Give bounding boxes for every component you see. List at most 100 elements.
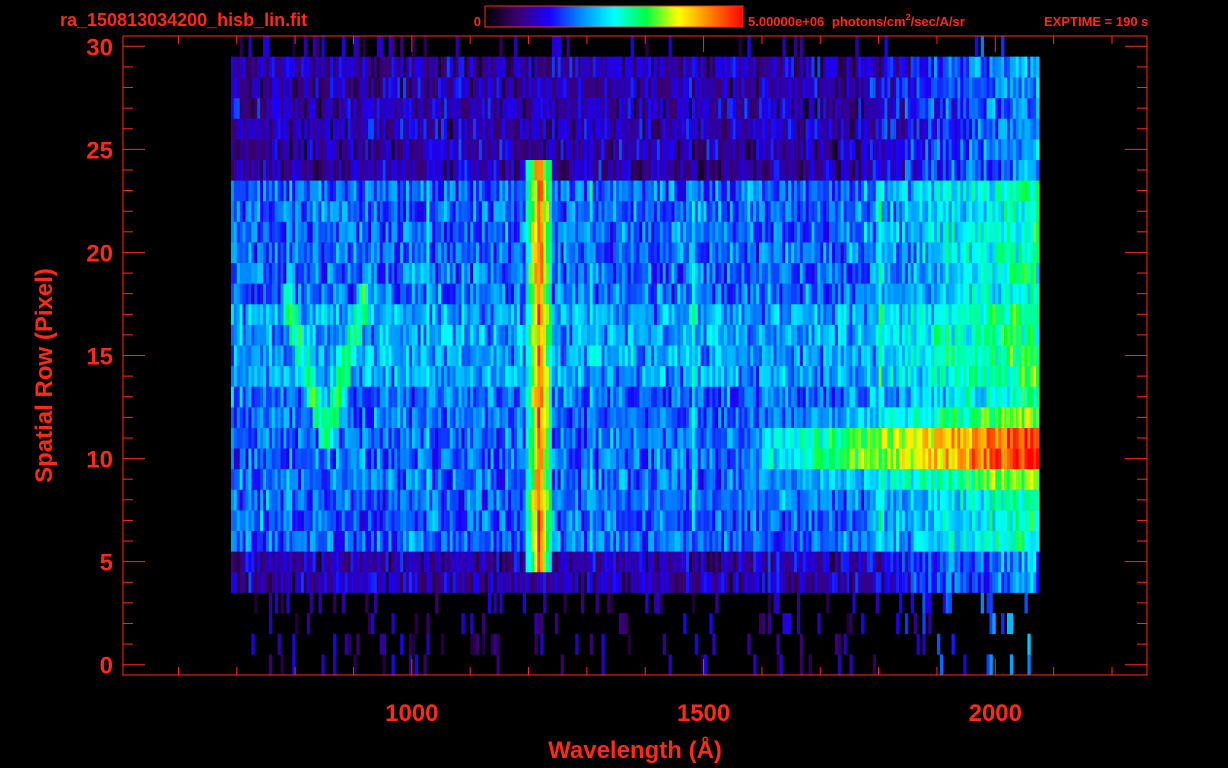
heatmap-cell <box>551 262 556 284</box>
heatmap-cell <box>756 571 760 593</box>
heatmap-cell <box>589 407 594 428</box>
heatmap-cell <box>537 468 541 490</box>
heatmap-cell <box>335 303 340 325</box>
heatmap-cell <box>683 448 687 470</box>
heatmap-cell <box>263 242 267 264</box>
heatmap-cell <box>522 221 526 243</box>
heatmap-cell <box>1027 448 1031 470</box>
heatmap-cell <box>370 613 375 635</box>
heatmap-cell <box>799 365 804 387</box>
heatmap-cell <box>694 345 699 367</box>
heatmap-cell <box>899 407 903 428</box>
heatmap-cell <box>753 365 757 387</box>
heatmap-cell <box>478 365 483 387</box>
heatmap-cell <box>583 365 588 387</box>
heatmap-cell <box>837 242 842 264</box>
heatmap-cell <box>385 386 389 408</box>
heatmap-cell <box>446 448 451 470</box>
heatmap-cell <box>890 345 894 367</box>
heatmap-cell <box>461 489 465 511</box>
heatmap-cell <box>931 242 935 264</box>
heatmap-cell <box>942 345 947 367</box>
heatmap-cell <box>1033 448 1037 470</box>
heatmap-cell <box>268 530 273 552</box>
heatmap-cell <box>834 303 839 325</box>
heatmap-cell <box>385 551 389 573</box>
heatmap-cell <box>618 510 623 532</box>
heatmap-cell <box>455 489 459 511</box>
heatmap-cell <box>913 242 917 264</box>
heatmap-cell <box>715 489 719 511</box>
heatmap-cell <box>861 386 865 408</box>
heatmap-cell <box>508 510 512 532</box>
heatmap-cell <box>575 345 579 367</box>
heatmap-cell <box>370 324 375 346</box>
heatmap-cell <box>639 571 643 593</box>
heatmap-cell <box>467 427 471 449</box>
heatmap-cell <box>916 283 920 305</box>
heatmap-cell <box>919 262 923 284</box>
heatmap-cell <box>706 386 710 408</box>
heatmap-cell <box>610 283 614 305</box>
heatmap-cell <box>543 551 547 573</box>
heatmap-cell <box>388 365 392 387</box>
heatmap-cell <box>511 571 515 593</box>
heatmap-cell <box>971 489 976 511</box>
heatmap-cell <box>887 386 891 408</box>
heatmap-cell <box>461 468 465 490</box>
heatmap-cell <box>537 345 541 367</box>
heatmap-cell <box>651 571 655 593</box>
heatmap-cell <box>513 551 518 573</box>
heatmap-cell <box>476 489 480 511</box>
heatmap-cell <box>843 386 847 408</box>
heatmap-cell <box>286 345 290 367</box>
heatmap-cell <box>1021 345 1025 367</box>
heatmap-cell <box>616 365 620 387</box>
heatmap-cell <box>621 530 626 552</box>
heatmap-cell <box>280 303 284 325</box>
heatmap-cell <box>799 345 804 367</box>
heatmap-cell <box>578 551 582 573</box>
heatmap-cell <box>607 386 611 408</box>
heatmap-cell <box>382 530 386 552</box>
heatmap-cell <box>470 510 474 532</box>
heatmap-cell <box>335 530 340 552</box>
heatmap-cell <box>493 262 497 284</box>
heatmap-cell <box>656 386 661 408</box>
heatmap-cell <box>289 221 293 243</box>
heatmap-cell <box>878 386 882 408</box>
heatmap-cell <box>662 530 667 552</box>
heatmap-cell <box>598 324 602 346</box>
heatmap-cell <box>499 489 503 511</box>
heatmap-cell <box>303 407 308 428</box>
heatmap-cell <box>1027 489 1031 511</box>
heatmap-cell <box>875 324 879 346</box>
heatmap-cell <box>403 551 407 573</box>
heatmap-cell <box>1030 510 1034 532</box>
heatmap-cell <box>481 283 486 305</box>
heatmap-cell <box>257 448 261 470</box>
heatmap-cell <box>440 407 445 428</box>
heatmap-cell <box>306 510 311 532</box>
heatmap-cell <box>785 427 789 449</box>
heatmap-cell <box>826 571 830 593</box>
heatmap-cell <box>359 427 363 449</box>
heatmap-cell <box>826 283 830 305</box>
heatmap-cell <box>557 427 562 449</box>
heatmap-cell <box>621 283 626 305</box>
heatmap-cell <box>817 489 821 511</box>
heatmap-cell <box>782 571 786 593</box>
heatmap-cell <box>376 427 381 449</box>
heatmap-cell <box>356 345 360 367</box>
heatmap-cell <box>362 386 366 408</box>
heatmap-cell <box>642 365 646 387</box>
heatmap-cell <box>750 345 754 367</box>
heatmap-cell <box>373 448 378 470</box>
heatmap-cell <box>750 551 754 573</box>
heatmap-cell <box>260 551 264 573</box>
heatmap-cell <box>315 365 319 387</box>
heatmap-cell <box>546 510 550 532</box>
heatmap-cell <box>791 365 795 387</box>
heatmap-cell <box>1012 448 1017 470</box>
heatmap-cell <box>986 592 990 614</box>
